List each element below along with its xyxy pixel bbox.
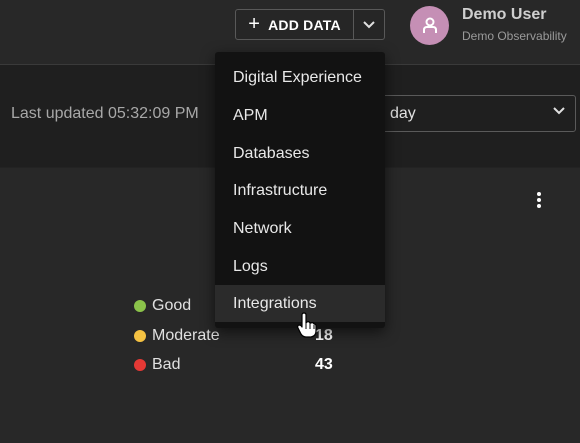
legend-item-good: Good bbox=[134, 296, 191, 316]
legend-value-bad: 43 bbox=[315, 356, 333, 373]
good-status-dot bbox=[134, 300, 146, 312]
user-org: Demo Observability bbox=[462, 29, 567, 43]
legend-item-moderate: Moderate bbox=[134, 326, 220, 346]
more-options-icon[interactable] bbox=[534, 191, 544, 209]
add-data-menu: Digital Experience APM Databases Infrast… bbox=[215, 52, 385, 328]
bad-status-dot bbox=[134, 359, 146, 371]
hand-pointer-cursor-icon bbox=[297, 312, 317, 338]
legend-label: Good bbox=[152, 297, 192, 314]
menu-item-infrastructure[interactable]: Infrastructure bbox=[215, 172, 385, 209]
menu-item-logs[interactable]: Logs bbox=[215, 248, 385, 285]
moderate-status-dot bbox=[134, 330, 146, 342]
user-icon bbox=[422, 17, 437, 33]
legend-item-bad: Bad bbox=[134, 355, 180, 375]
add-data-button[interactable]: + ADD DATA bbox=[235, 9, 354, 40]
menu-item-digital-experience[interactable]: Digital Experience bbox=[215, 59, 385, 96]
legend-label: Bad bbox=[152, 356, 181, 373]
avatar[interactable] bbox=[410, 6, 449, 45]
menu-item-apm[interactable]: APM bbox=[215, 97, 385, 134]
plus-icon: + bbox=[248, 12, 261, 35]
user-name[interactable]: Demo User bbox=[462, 6, 546, 24]
menu-item-databases[interactable]: Databases bbox=[215, 135, 385, 172]
time-range-select[interactable]: day bbox=[360, 95, 576, 132]
chevron-down-icon bbox=[553, 107, 565, 115]
chevron-down-icon bbox=[363, 20, 375, 28]
add-data-label: ADD DATA bbox=[268, 16, 341, 33]
menu-item-network[interactable]: Network bbox=[215, 210, 385, 247]
add-data-dropdown-toggle[interactable] bbox=[353, 9, 385, 40]
time-range-value: day bbox=[390, 105, 416, 122]
last-updated-text: Last updated 05:32:09 PM bbox=[11, 105, 199, 122]
legend-label: Moderate bbox=[152, 327, 220, 344]
